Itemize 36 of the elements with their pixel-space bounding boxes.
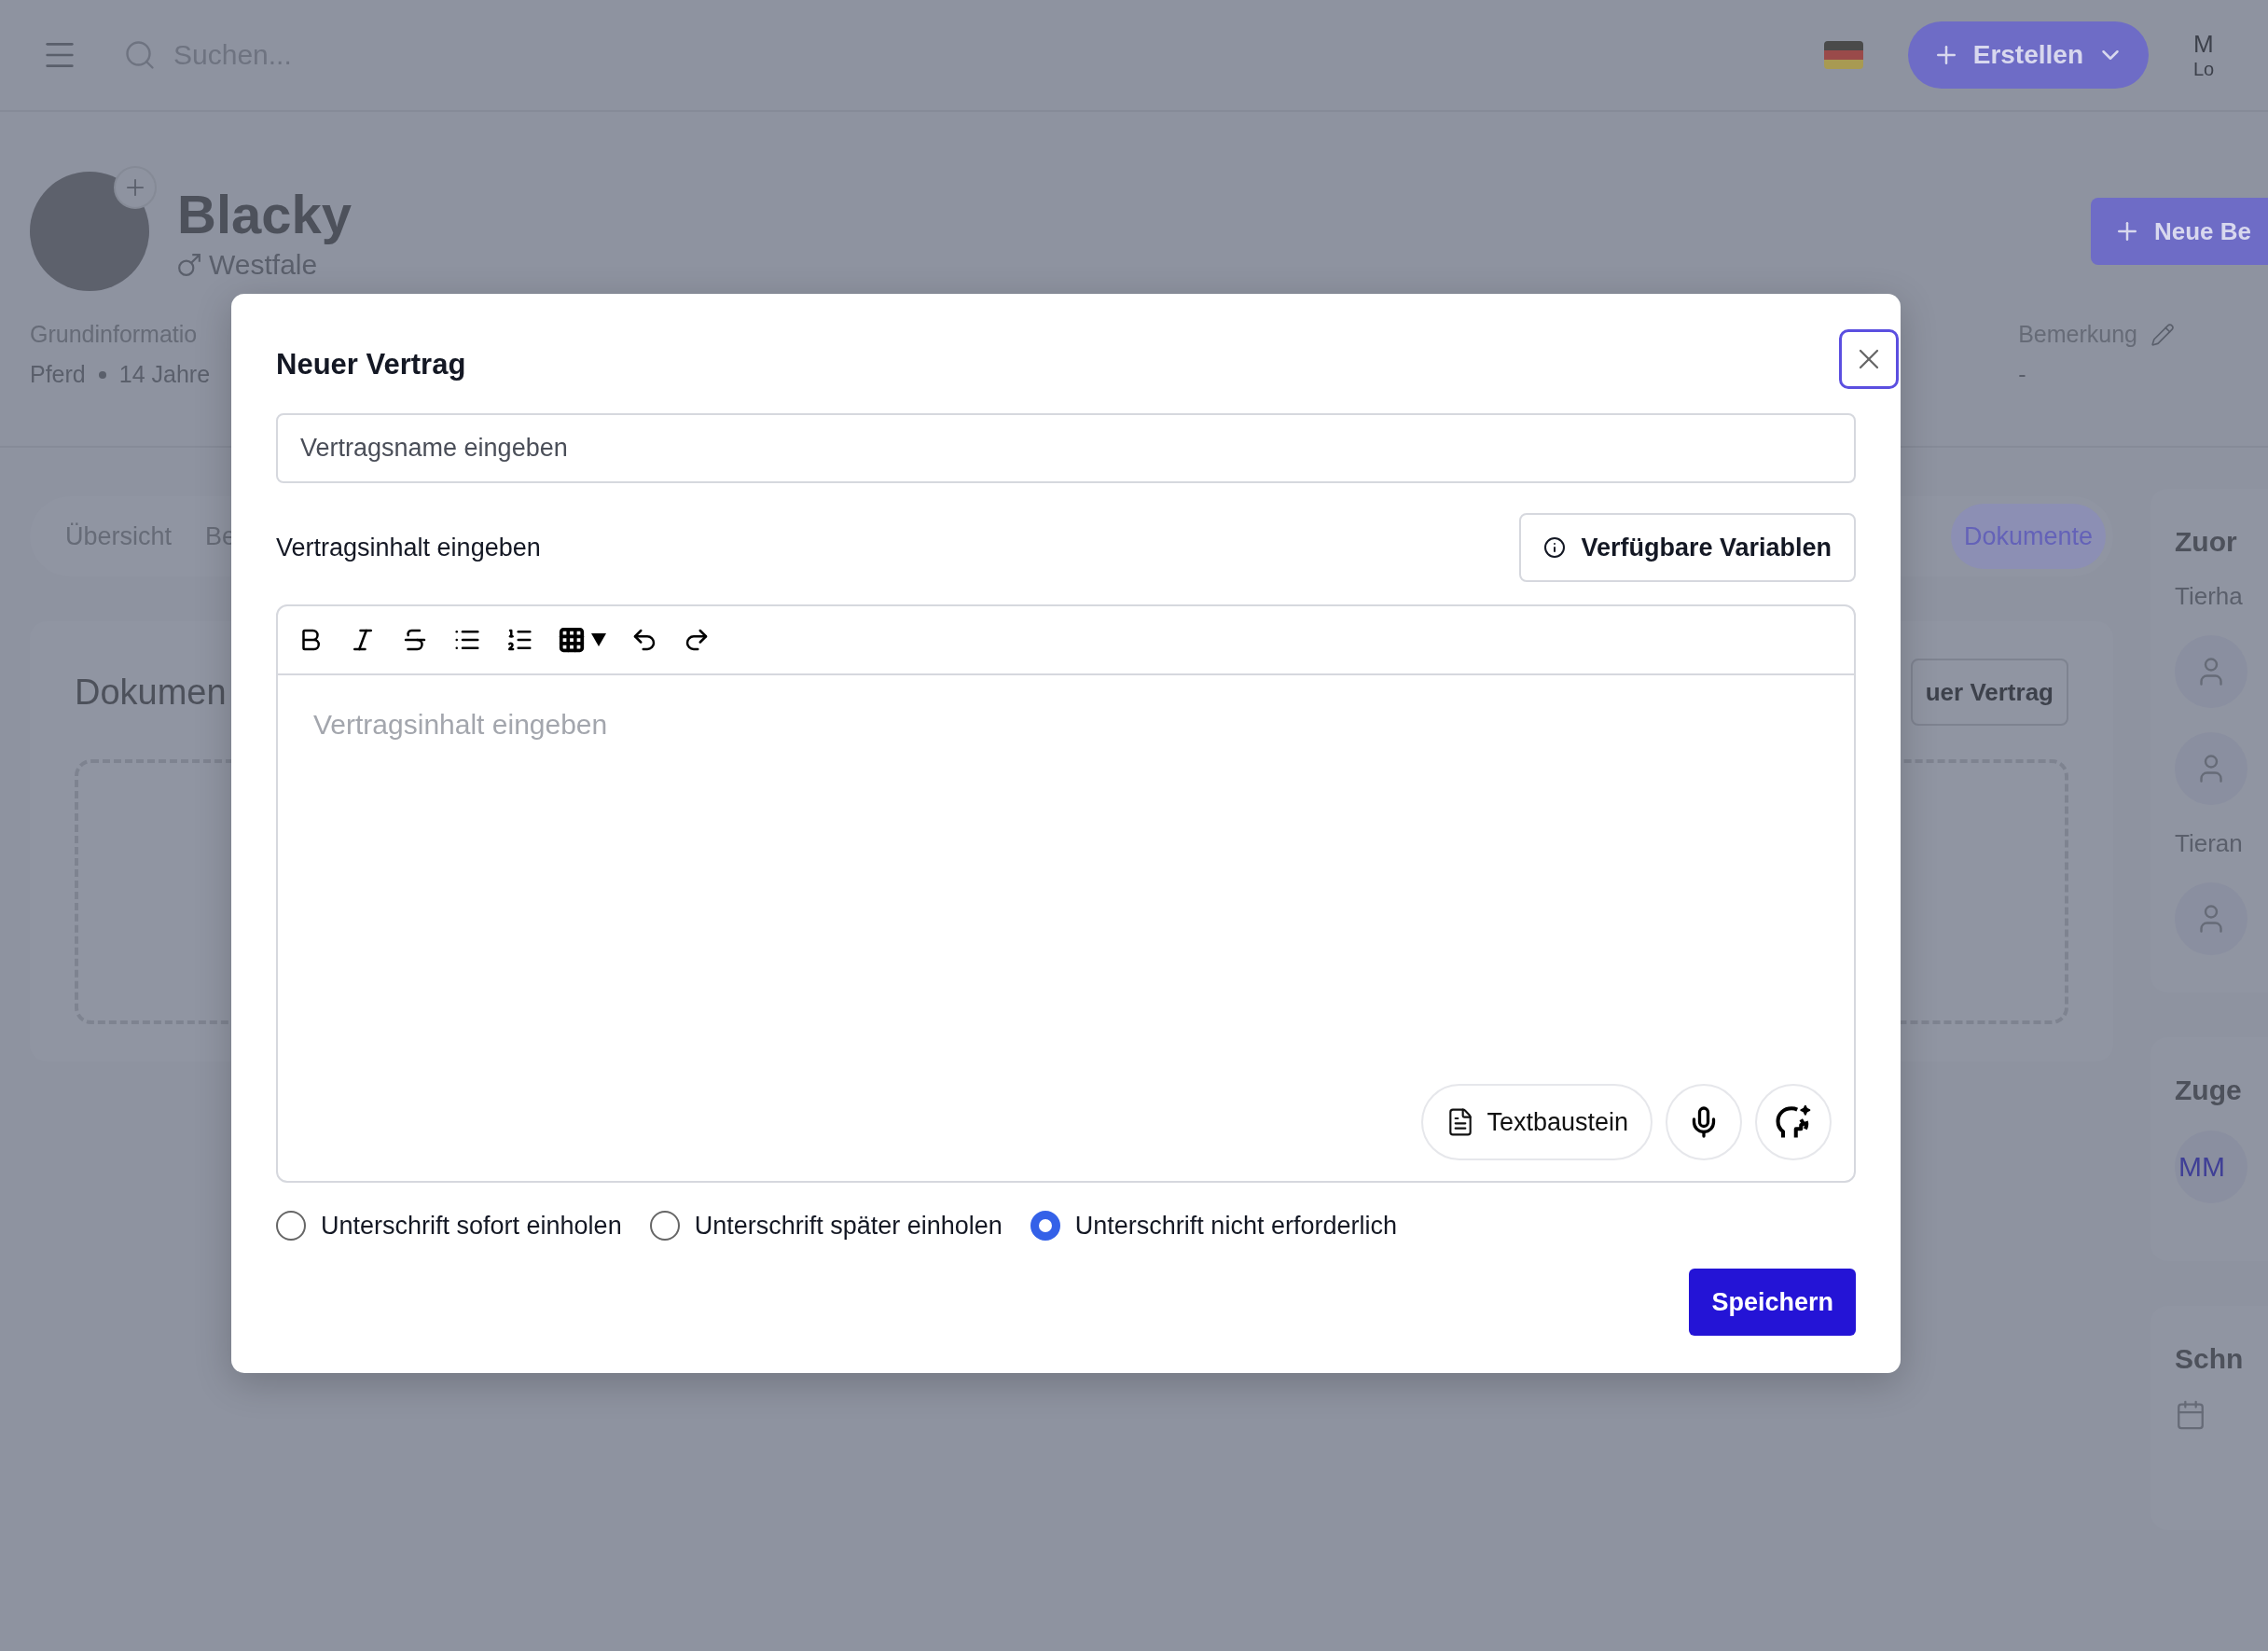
contract-name-field[interactable]: Vertragsname eingeben (276, 412, 1856, 484)
card-title: Zuor (2175, 526, 2238, 558)
card-title: Zuge (2175, 1075, 2243, 1106)
calendar-icon (2175, 1399, 2206, 1431)
user-subtitle: Lo (2193, 59, 2216, 80)
new-entry-button[interactable]: Neue Be (2091, 198, 2268, 265)
radio-button[interactable] (649, 1211, 680, 1241)
caret-icon (591, 633, 606, 647)
radio-button[interactable] (1030, 1211, 1060, 1241)
radio-label: Unterschrift nicht erforderlich (1074, 1211, 1397, 1241)
radio-label: Unterschrift später einholen (694, 1211, 1003, 1241)
info-icon (1543, 536, 1567, 560)
table-icon (558, 626, 586, 655)
search-icon (123, 38, 157, 72)
content-editor[interactable]: Vertragsinhalt eingeben Textbaustein (276, 604, 1856, 1183)
bullet-icon (98, 370, 106, 379)
close-button[interactable] (1839, 329, 1899, 389)
animal-name: Blacky (177, 182, 353, 245)
editor-placeholder: Vertragsinhalt eingeben (313, 709, 609, 742)
content-label: Vertragsinhalt eingeben (276, 533, 541, 562)
flag-icon[interactable] (1823, 41, 1863, 69)
radio-button[interactable] (276, 1211, 306, 1241)
radio-label: Unterschrift sofort einholen (321, 1211, 622, 1241)
card-title: Schn (2175, 1343, 2245, 1375)
table-button[interactable] (558, 626, 606, 655)
male-symbol-icon (177, 252, 201, 277)
save-button[interactable]: Speichern (1689, 1269, 1856, 1336)
documents-title: Dokumen (75, 672, 227, 713)
create-button[interactable]: Erstellen (1907, 21, 2149, 89)
remark-value: - (2018, 361, 2027, 388)
user-name: M (2193, 30, 2215, 59)
new-contract-button[interactable]: uer Vertrag (1910, 659, 2068, 726)
dialog-title: Neuer Vertrag (276, 348, 466, 382)
variables-button[interactable]: Verfügbare Variablen (1519, 513, 1856, 583)
text-snippet-button[interactable]: Textbaustein (1421, 1084, 1653, 1160)
initials-avatar: MM (2175, 1131, 2247, 1203)
